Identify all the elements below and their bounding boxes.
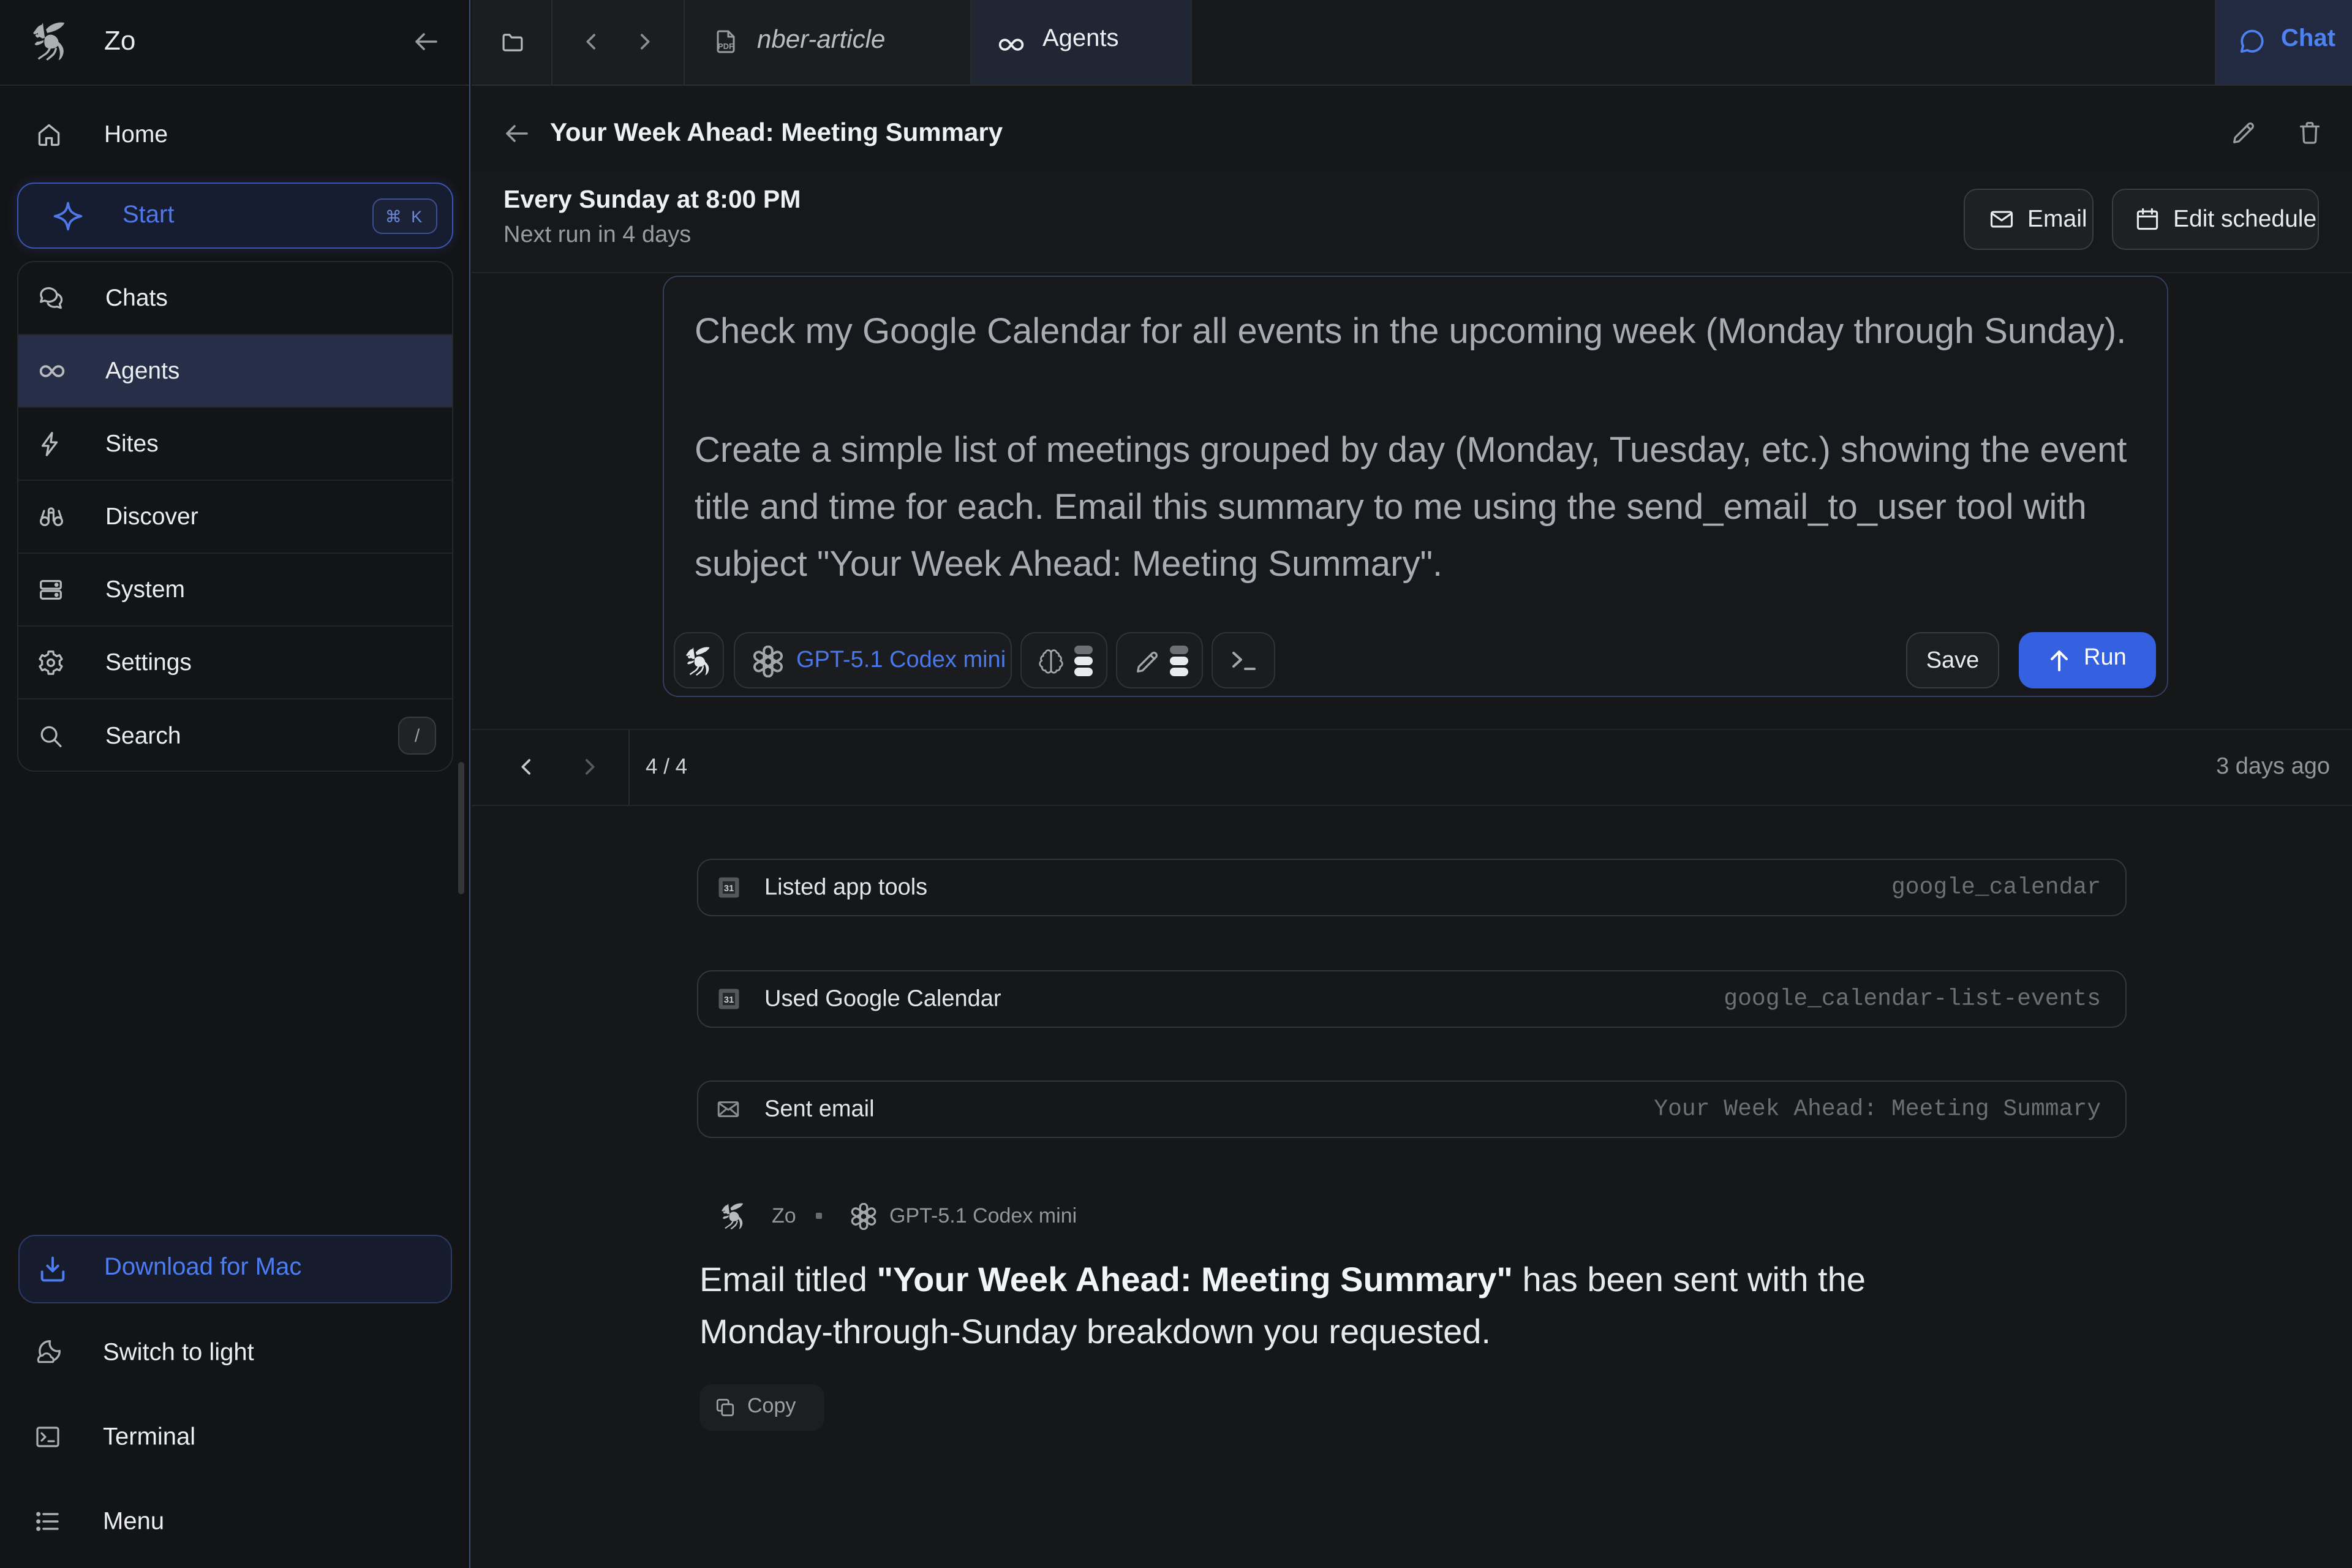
svg-text:PDF: PDF bbox=[718, 42, 734, 51]
svg-text:31: 31 bbox=[724, 884, 734, 894]
svg-text:31: 31 bbox=[724, 995, 734, 1005]
